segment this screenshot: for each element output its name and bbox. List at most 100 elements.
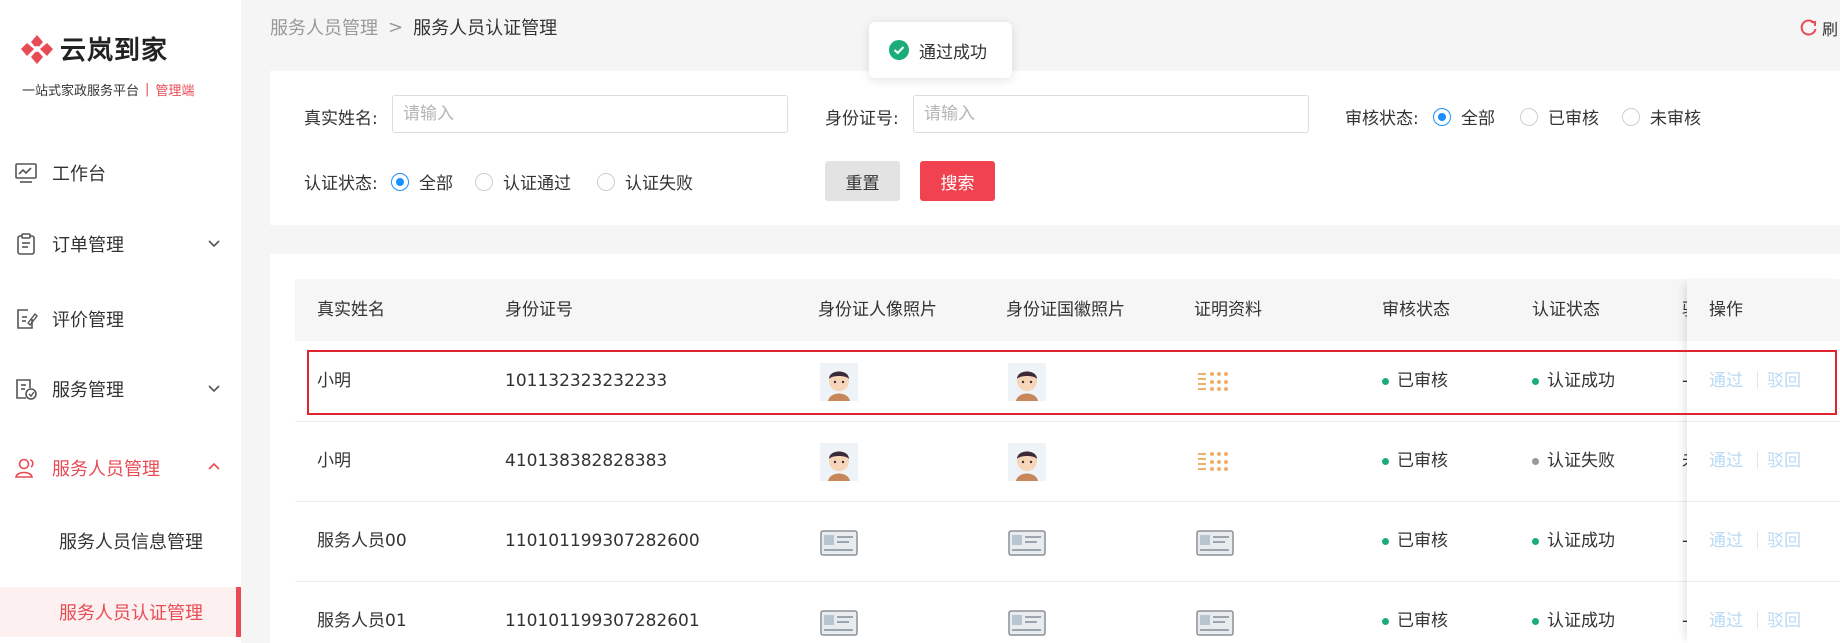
- status-dot: [1382, 457, 1389, 465]
- sidebar-item-label: 服务管理: [52, 380, 124, 401]
- sidebar-item-services[interactable]: 服务管理: [0, 364, 241, 414]
- success-toast: 通过成功: [869, 22, 1012, 78]
- filter-panel: 真实姓名: 身份证号: 审核状态: 全部 已审核 未审核 认证状态: 全部 认证…: [270, 71, 1840, 225]
- role-label: 管理端: [155, 84, 195, 99]
- id-card-thumbnail-icon[interactable]: [1196, 603, 1234, 641]
- id-input[interactable]: [913, 95, 1309, 133]
- cert-radio-all[interactable]: 全部: [391, 169, 453, 194]
- logo-text: 云岚到家: [60, 36, 169, 66]
- status-text: 认证成功: [1547, 611, 1615, 631]
- name-label: 真实姓名:: [304, 109, 378, 129]
- radio-dot: [475, 172, 493, 191]
- sidebar-subitem-label: 服务人员认证管理: [59, 603, 203, 624]
- sidebar-item-orders[interactable]: 订单管理: [0, 219, 241, 269]
- status-dot: [1532, 457, 1539, 465]
- link-divider: [1757, 531, 1758, 549]
- cert-status-label: 认证状态:: [304, 174, 378, 194]
- status-dot: [1382, 377, 1389, 385]
- sidebar-item-label: 工作台: [52, 164, 106, 185]
- col-operations: 操作: [1709, 300, 1743, 320]
- link-divider: [1757, 611, 1758, 629]
- status-dot: [1382, 617, 1389, 625]
- cell-name: 小明: [317, 451, 351, 471]
- reject-link[interactable]: 驳回: [1767, 421, 1801, 501]
- logo[interactable]: 云岚到家: [20, 30, 168, 67]
- status-text: 认证失败: [1547, 451, 1615, 471]
- avatar-thumbnail-icon[interactable]: [820, 443, 858, 481]
- status-text: 已审核: [1397, 371, 1448, 391]
- breadcrumb-current: 服务人员认证管理: [413, 18, 558, 39]
- cert-radio-passed[interactable]: 认证通过: [475, 169, 571, 194]
- radio-dot: [597, 172, 615, 191]
- toast-message: 通过成功: [919, 42, 987, 63]
- status-text: 已审核: [1397, 531, 1448, 551]
- reject-link[interactable]: 驳回: [1767, 501, 1801, 581]
- reject-link[interactable]: 驳回: [1767, 581, 1801, 643]
- cert-radio-failed[interactable]: 认证失败: [597, 169, 693, 194]
- table-row: 服务人员01 110101199307282601 已审核 认证成功 -: [295, 581, 1840, 643]
- col-id: 身份证号: [505, 300, 573, 320]
- pass-link[interactable]: 通过: [1709, 581, 1743, 643]
- logo-icon: [21, 34, 53, 64]
- sidebar-item-label: 评价管理: [52, 310, 124, 331]
- status-text: 已审核: [1397, 611, 1448, 631]
- operations-cell: 通过 驳回: [1687, 421, 1840, 502]
- sidebar-item-staff[interactable]: 服务人员管理: [0, 443, 241, 493]
- avatar-thumbnail-icon[interactable]: [1008, 363, 1046, 401]
- sidebar-subitem-staff-cert[interactable]: 服务人员认证管理: [0, 587, 241, 637]
- radio-dot: [391, 172, 409, 191]
- cell-id: 410138382828383: [505, 451, 668, 471]
- chevron-down-icon: [208, 385, 220, 393]
- cell-review-status: 已审核: [1382, 581, 1448, 643]
- document-grid-thumbnail-icon[interactable]: [1196, 443, 1234, 481]
- breadcrumb-parent[interactable]: 服务人员管理: [270, 14, 378, 40]
- name-input[interactable]: [392, 95, 788, 133]
- radio-label: 已审核: [1548, 109, 1599, 129]
- id-card-thumbnail-icon[interactable]: [820, 523, 858, 561]
- radio-dot: [1433, 107, 1451, 126]
- id-card-thumbnail-icon[interactable]: [1008, 523, 1046, 561]
- col-proof: 证明资料: [1194, 300, 1262, 320]
- slogan: 一站式家政服务平台 | 管理端: [22, 80, 194, 99]
- operations-cell: 通过 驳回: [1687, 581, 1840, 643]
- sidebar-item-dashboard[interactable]: 工作台: [0, 148, 241, 198]
- sidebar-subitem-label: 服务人员信息管理: [59, 532, 203, 553]
- col-cert: 认证状态: [1532, 300, 1600, 320]
- sidebar-subitem-staff-info[interactable]: 服务人员信息管理: [0, 516, 241, 566]
- avatar-thumbnail-icon[interactable]: [1008, 443, 1046, 481]
- document-grid-thumbnail-icon[interactable]: [1196, 363, 1234, 401]
- pass-link[interactable]: 通过: [1709, 501, 1743, 581]
- cell-id: 110101199307282601: [505, 611, 700, 631]
- id-card-thumbnail-icon[interactable]: [1196, 523, 1234, 561]
- review-status-label: 审核状态:: [1345, 109, 1419, 129]
- id-card-thumbnail-icon[interactable]: [1008, 603, 1046, 641]
- pass-link[interactable]: 通过: [1709, 341, 1743, 421]
- dashboard-icon: [15, 163, 37, 183]
- slogan-text: 一站式家政服务平台: [22, 84, 140, 99]
- refresh-button[interactable]: 刷: [1800, 16, 1838, 40]
- reset-button[interactable]: 重置: [825, 161, 900, 201]
- sidebar: 云岚到家 一站式家政服务平台 | 管理端 工作台 订单管理 评价管理 服务管理 …: [0, 0, 241, 643]
- status-dot: [1532, 377, 1539, 385]
- refresh-label: 刷: [1822, 20, 1839, 39]
- cell-name: 服务人员00: [317, 531, 407, 551]
- chevron-up-icon: [208, 462, 220, 470]
- reject-link[interactable]: 驳回: [1767, 341, 1801, 421]
- radio-label: 未审核: [1650, 109, 1701, 129]
- status-dot: [1532, 537, 1539, 545]
- table-header: 真实姓名 身份证号 身份证人像照片 身份证国徽照片 证明资料 审核状态 认证状态…: [295, 279, 1840, 341]
- table-row: 服务人员00 110101199307282600 已审核 认证成功 -: [295, 501, 1840, 582]
- cell-review-status: 已审核: [1382, 421, 1448, 501]
- review-radio-reviewed[interactable]: 已审核: [1520, 104, 1599, 129]
- breadcrumb-separator: >: [388, 16, 404, 38]
- avatar-thumbnail-icon[interactable]: [820, 363, 858, 401]
- pass-link[interactable]: 通过: [1709, 421, 1743, 501]
- review-radio-unreviewed[interactable]: 未审核: [1622, 104, 1701, 129]
- review-radio-all[interactable]: 全部: [1433, 104, 1495, 129]
- search-button[interactable]: 搜索: [920, 161, 995, 201]
- check-circle-icon: [889, 40, 909, 60]
- id-card-thumbnail-icon[interactable]: [820, 603, 858, 641]
- table-row: 小明 410138382828383 已审核 认证失败 未: [295, 421, 1840, 502]
- radio-label: 全部: [419, 174, 453, 194]
- sidebar-item-reviews[interactable]: 评价管理: [0, 294, 241, 344]
